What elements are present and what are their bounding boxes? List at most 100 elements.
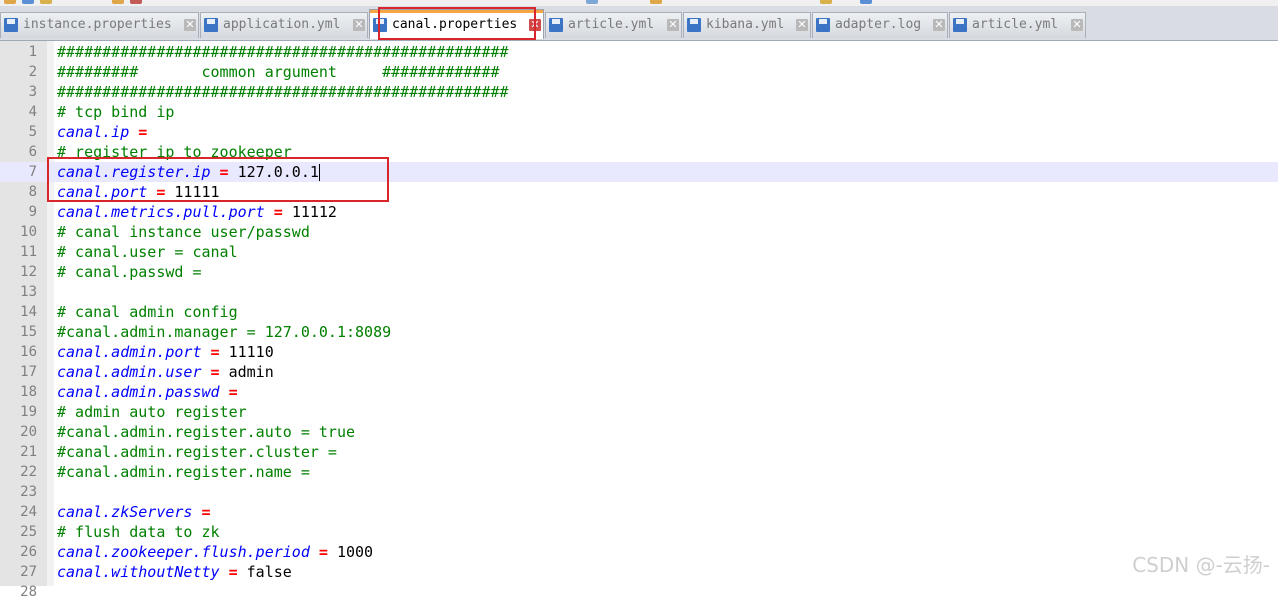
code-line[interactable]: 11 # canal.user = canal	[0, 242, 1278, 262]
code-line[interactable]: 14 # canal admin config	[0, 302, 1278, 322]
toolbar-icon[interactable]	[22, 0, 34, 4]
code-line[interactable]: 9 canal.metrics.pull.port = 11112	[0, 202, 1278, 222]
tab-instance-properties[interactable]: instance.properties ✕	[0, 12, 199, 38]
code-line[interactable]: 27 canal.withoutNetty = false	[0, 562, 1278, 582]
tab-application-yml[interactable]: application.yml ✕	[200, 12, 368, 38]
code-text[interactable]: # flush data to zk	[57, 522, 220, 542]
watermark: CSDN @-云扬-	[1132, 553, 1270, 577]
code-line[interactable]: 13	[0, 282, 1278, 302]
code-line[interactable]: 5 canal.ip =	[0, 122, 1278, 142]
code-text[interactable]: ######### common argument #############	[57, 62, 500, 82]
code-line[interactable]: 15 #canal.admin.manager = 127.0.0.1:8089	[0, 322, 1278, 342]
code-text[interactable]: #canal.admin.register.name =	[57, 462, 319, 482]
line-number: 21	[20, 444, 37, 460]
code-text[interactable]: canal.zkServers =	[57, 502, 220, 522]
comment-token: # canal.user = canal	[57, 243, 238, 261]
line-number: 14	[20, 304, 37, 320]
saved-file-icon	[687, 18, 701, 32]
line-number: 12	[20, 264, 37, 280]
code-text[interactable]: canal.ip =	[57, 122, 156, 142]
code-editor[interactable]: 1 #######################################…	[0, 41, 1278, 600]
code-line[interactable]: 28	[0, 582, 1278, 602]
toolbar-icon[interactable]	[40, 0, 52, 4]
code-line[interactable]: 21 #canal.admin.register.cluster =	[0, 442, 1278, 462]
toolbar-icon[interactable]	[820, 0, 832, 4]
tab-article-yml[interactable]: article.yml ✕	[545, 12, 682, 38]
toolbar-icon[interactable]	[130, 0, 142, 4]
tab-kibana-yml[interactable]: kibana.yml ✕	[683, 12, 811, 38]
value-token: 11112	[291, 203, 337, 221]
code-text[interactable]: # canal.user = canal	[57, 242, 238, 262]
toolbar-icon[interactable]	[586, 0, 598, 4]
code-line[interactable]: 26 canal.zookeeper.flush.period = 1000	[0, 542, 1278, 562]
code-line[interactable]: 4 # tcp bind ip	[0, 102, 1278, 122]
comment-token: ########################################…	[57, 83, 509, 101]
line-number: 10	[20, 224, 37, 240]
line-number: 2	[28, 64, 37, 80]
code-line[interactable]: 16 canal.admin.port = 11110	[0, 342, 1278, 362]
code-line[interactable]: 3 #######################################…	[0, 82, 1278, 102]
code-text[interactable]: canal.admin.user = admin	[57, 362, 274, 382]
close-tab-icon[interactable]: ✕	[667, 19, 679, 31]
value-token: 1000	[336, 543, 374, 561]
close-tab-icon[interactable]: ✕	[1071, 19, 1083, 31]
code-text[interactable]: # tcp bind ip	[57, 102, 174, 122]
tab-label: article.yml	[972, 17, 1059, 32]
line-number: 27	[20, 564, 37, 580]
line-number: 4	[28, 104, 37, 120]
code-line[interactable]: 1 #######################################…	[0, 42, 1278, 62]
code-text[interactable]: #canal.admin.register.cluster =	[57, 442, 346, 462]
highlight-box-register-lines	[47, 157, 389, 202]
value-token: admin	[228, 363, 274, 381]
key-token: canal.metrics.pull.port	[57, 203, 265, 221]
comment-token: ########################################…	[57, 43, 509, 61]
line-number: 22	[20, 464, 37, 480]
code-line[interactable]: 12 # canal.passwd =	[0, 262, 1278, 282]
document-tab-bar: instance.properties ✕ application.yml ✕ …	[0, 6, 1278, 41]
code-text[interactable]: ########################################…	[57, 42, 509, 62]
close-tab-icon[interactable]: ✕	[933, 19, 945, 31]
code-text[interactable]: # canal admin config	[57, 302, 238, 322]
equals-token: =	[309, 543, 337, 561]
tab-label: adapter.log	[835, 17, 922, 32]
close-tab-icon[interactable]: ✕	[796, 19, 808, 31]
code-line[interactable]: 18 canal.admin.passwd =	[0, 382, 1278, 402]
code-text[interactable]: #canal.admin.register.auto = true	[57, 422, 355, 442]
code-text[interactable]: # admin auto register	[57, 402, 247, 422]
tab-label: application.yml	[223, 17, 341, 32]
code-text[interactable]: # canal instance user/passwd	[57, 222, 310, 242]
comment-token: #canal.admin.register.auto = true	[57, 423, 356, 441]
code-line[interactable]: 19 # admin auto register	[0, 402, 1278, 422]
code-line[interactable]: 10 # canal instance user/passwd	[0, 222, 1278, 242]
toolbar-icon[interactable]	[650, 0, 662, 4]
code-line[interactable]: 20 #canal.admin.register.auto = true	[0, 422, 1278, 442]
equals-token: =	[192, 503, 220, 521]
close-tab-icon[interactable]: ✕	[353, 19, 365, 31]
code-line[interactable]: 17 canal.admin.user = admin	[0, 362, 1278, 382]
toolbar-icon[interactable]	[112, 0, 124, 4]
equals-token: =	[264, 203, 292, 221]
code-text[interactable]: canal.zookeeper.flush.period = 1000	[57, 542, 373, 562]
code-line[interactable]: 22 #canal.admin.register.name =	[0, 462, 1278, 482]
comment-token: #canal.admin.register.name =	[57, 463, 319, 481]
code-text[interactable]: ########################################…	[57, 82, 509, 102]
code-text[interactable]: canal.admin.passwd =	[57, 382, 247, 402]
code-line[interactable]: 24 canal.zkServers =	[0, 502, 1278, 522]
code-text[interactable]: canal.withoutNetty = false	[57, 562, 292, 582]
close-tab-icon[interactable]: ✕	[184, 19, 196, 31]
value-token: false	[246, 563, 292, 581]
code-text[interactable]: #canal.admin.manager = 127.0.0.1:8089	[57, 322, 391, 342]
tab-article-yml-2[interactable]: article.yml ✕	[949, 12, 1086, 38]
code-text[interactable]: canal.metrics.pull.port = 11112	[57, 202, 337, 222]
tab-adapter-log[interactable]: adapter.log ✕	[812, 12, 948, 38]
key-token: canal.withoutNetty	[57, 563, 220, 581]
line-number: 15	[20, 324, 37, 340]
code-line[interactable]: 2 ######### common argument #############	[0, 62, 1278, 82]
code-line[interactable]: 23	[0, 482, 1278, 502]
toolbar-icon[interactable]	[4, 0, 16, 4]
toolbar-icon[interactable]	[860, 0, 872, 4]
code-line[interactable]: 25 # flush data to zk	[0, 522, 1278, 542]
equals-token: =	[219, 563, 247, 581]
code-text[interactable]: # canal.passwd =	[57, 262, 211, 282]
code-text[interactable]: canal.admin.port = 11110	[57, 342, 274, 362]
